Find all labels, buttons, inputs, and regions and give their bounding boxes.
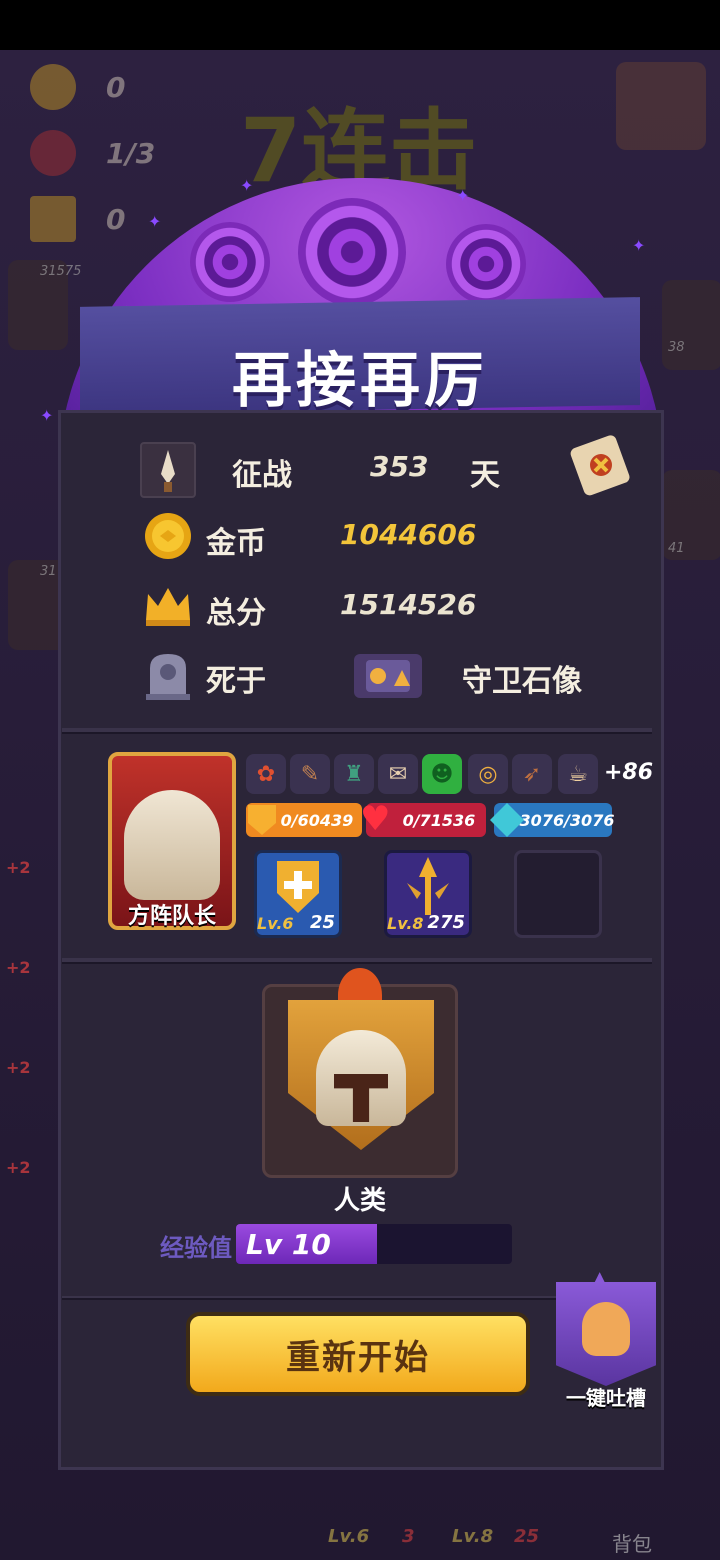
bag-label: 背包 [612, 1532, 652, 1556]
gold-value: 1044606 [340, 518, 477, 551]
target-icon [190, 222, 270, 302]
days-label: 征战 [232, 458, 292, 493]
bg-plus-badge: +2 [6, 1058, 31, 1077]
heart-icon: ♥ [360, 799, 391, 839]
more-skills-count[interactable]: +86 [604, 760, 653, 785]
guardian-statue-icon [354, 654, 422, 698]
character-icon [582, 1302, 630, 1356]
hero-name: 方阵队长 [127, 904, 216, 929]
restart-button[interactable]: 重新开始 [186, 1312, 530, 1396]
bg-plus-badge: +2 [6, 1158, 31, 1177]
sparkle-icon: ✦ [632, 236, 646, 255]
map-skill-icon[interactable]: ✉ [378, 754, 418, 794]
equip-slot-heal-shield[interactable]: Lv.6 25 [254, 850, 342, 938]
coin-icon [30, 64, 76, 110]
bg-side-score: 31 [40, 564, 57, 579]
tower-skill-icon[interactable]: ♜ [334, 754, 374, 794]
equip-slot-spear[interactable]: Lv.8 275 [384, 850, 472, 938]
sparkle-icon: ✦ [456, 186, 470, 205]
days-unit: 天 [470, 458, 500, 493]
gold-label: 金币 [206, 526, 266, 561]
shield-stat: 0/60439 [280, 810, 354, 830]
death-cause: 守卫石像 [462, 664, 582, 699]
bg-plus-badge: +2 [6, 958, 31, 977]
feedback-label[interactable]: 一键吐槽 [548, 1382, 664, 1411]
bg-coin-stat: 0 [30, 62, 230, 112]
result-title: 再接再厉 [232, 346, 488, 416]
equip-level: Lv.6 [257, 914, 294, 933]
shield-bar: 0/60439 [246, 803, 362, 837]
crystal-icon [490, 803, 524, 837]
restart-button-label: 重新开始 [286, 1337, 430, 1378]
hp-stat: 0/71536 [402, 810, 476, 830]
shield-skill-icon[interactable]: ◎ [468, 754, 508, 794]
bg-side-score: 31575 [40, 264, 82, 279]
death-label: 死于 [206, 664, 266, 699]
bg-bottom-count: 3 [402, 1526, 415, 1547]
exp-label: 经验值 [160, 1234, 232, 1262]
bg-bottom-level: Lv.8 [452, 1526, 494, 1547]
equip-count: 275 [427, 912, 465, 933]
sparkle-icon: ✦ [40, 406, 54, 425]
bg-plus-badge: +2 [6, 858, 31, 877]
bg-kill-count: 1/3 [106, 136, 156, 170]
bg-side-number: 41 [668, 541, 685, 556]
mana-bar: 3076/3076 [490, 803, 615, 837]
race-level: Lv 10 [246, 1228, 331, 1261]
sparkle-icon: ✦ [240, 176, 254, 195]
target-icon [298, 198, 406, 306]
equip-level: Lv.8 [387, 914, 424, 933]
equip-count: 25 [309, 912, 335, 933]
divider [62, 958, 652, 964]
bg-crown-count: 0 [106, 202, 126, 236]
score-label: 总分 [206, 596, 266, 631]
shield-icon [248, 805, 276, 835]
hero-helmet-icon [124, 790, 220, 900]
bg-chest [616, 62, 706, 150]
slime-skill-icon[interactable]: ☻ [422, 754, 462, 794]
scroll-icon[interactable] [568, 430, 634, 500]
bg-kill-stat: 1/3 [30, 128, 230, 178]
days-value: 353 [370, 450, 429, 483]
demon-icon [30, 130, 76, 176]
equip-slot-empty[interactable] [514, 850, 602, 938]
gold-coin-icon [142, 510, 194, 562]
sword-icon [140, 442, 196, 498]
race-name: 人类 [333, 1186, 386, 1216]
bg-coin-count: 0 [106, 70, 126, 104]
bg-bottom-count: 25 [514, 1526, 540, 1547]
hp-bar: ♥ 0/71536 [360, 799, 486, 839]
bg-unit [662, 280, 720, 370]
divider [62, 728, 652, 734]
gun-skill-icon[interactable]: ➶ [512, 754, 552, 794]
target-icon [446, 224, 526, 304]
fan-skill-icon[interactable]: ✿ [246, 754, 286, 794]
potion-skill-icon[interactable]: ☕ [558, 754, 598, 794]
crown-icon [30, 196, 76, 242]
sparkle-icon: ✦ [148, 212, 162, 231]
bg-side-number: 38 [668, 340, 685, 355]
hammer-skill-icon[interactable]: ✎ [290, 754, 330, 794]
mana-stat: 3076/3076 [519, 810, 615, 830]
tombstone-icon [142, 650, 194, 702]
bg-bottom-level: Lv.6 [328, 1526, 370, 1547]
score-value: 1514526 [340, 588, 477, 621]
crown-icon [142, 580, 194, 632]
status-bar [0, 0, 720, 50]
